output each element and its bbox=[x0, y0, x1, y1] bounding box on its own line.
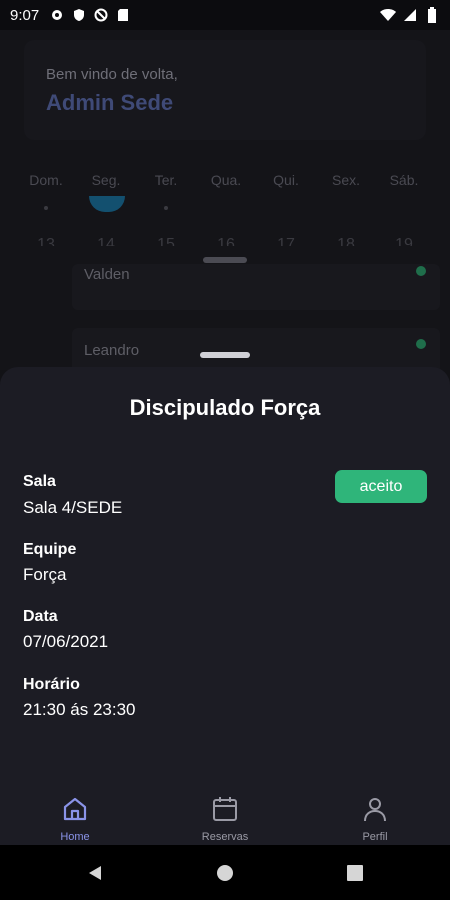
sheet-drag-handle[interactable] bbox=[200, 352, 250, 358]
signal-icon bbox=[402, 7, 418, 23]
weekday-sex: Sex. bbox=[331, 172, 360, 188]
recents-icon[interactable] bbox=[341, 859, 369, 887]
day-number: 15 bbox=[157, 236, 175, 246]
list-item-label: Leandro bbox=[84, 342, 140, 359]
status-badge: aceito bbox=[335, 470, 427, 503]
calendar-icon bbox=[213, 797, 237, 821]
weekday-seg: Seg. bbox=[91, 172, 121, 188]
day-number: 17 bbox=[277, 236, 295, 246]
home-button-icon[interactable] bbox=[211, 859, 239, 887]
weekday-dom: Dom. bbox=[16, 172, 76, 210]
list-item: Valden bbox=[72, 264, 440, 310]
field-label-horario: Horário bbox=[23, 676, 80, 693]
field-value-equipe: Força bbox=[23, 565, 67, 584]
tab-label: Perfil bbox=[362, 831, 388, 843]
bottom-tab-bar: Home Reservas Perfil bbox=[0, 785, 450, 845]
sd-card-icon bbox=[115, 7, 131, 23]
tab-label: Home bbox=[60, 831, 90, 843]
status-time: 9:07 bbox=[10, 6, 40, 24]
field-label-sala: Sala bbox=[23, 473, 56, 490]
list-item-label: Valden bbox=[84, 266, 130, 283]
welcome-card: Bem vindo de volta, Admin Sede bbox=[24, 40, 426, 140]
day-number: 19 bbox=[395, 236, 413, 246]
tab-perfil[interactable]: Perfil bbox=[300, 785, 450, 845]
tab-reservas[interactable]: Reservas bbox=[150, 785, 300, 845]
wifi-icon bbox=[380, 7, 396, 23]
settings-icon bbox=[49, 7, 65, 23]
shield-icon bbox=[71, 7, 87, 23]
user-name: Admin Sede bbox=[46, 90, 174, 115]
field-value-data: 07/06/2021 bbox=[23, 632, 109, 651]
field-label-equipe: Equipe bbox=[23, 541, 77, 558]
weekday-qui: Qui. bbox=[273, 172, 299, 188]
back-icon[interactable] bbox=[81, 859, 109, 887]
status-dot bbox=[416, 339, 426, 349]
battery-icon bbox=[424, 7, 440, 23]
person-icon bbox=[364, 798, 386, 822]
day-number: 13 bbox=[37, 236, 55, 246]
sheet-title: Discipulado Força bbox=[129, 395, 321, 420]
day-number: 16 bbox=[217, 236, 235, 246]
field-value-horario: 21:30 ás 23:30 bbox=[23, 700, 136, 719]
tab-home[interactable]: Home bbox=[0, 785, 150, 845]
system-navigation-bar bbox=[0, 845, 450, 900]
day-number: 14 bbox=[97, 236, 115, 246]
home-icon bbox=[63, 797, 87, 821]
weekday-ter: Ter. bbox=[136, 172, 196, 210]
day-number: 18 bbox=[337, 236, 355, 246]
greeting-text: Bem vindo de volta, bbox=[46, 66, 178, 83]
weekday-qua: Qua. bbox=[210, 172, 242, 188]
status-dot bbox=[416, 266, 426, 276]
field-label-data: Data bbox=[23, 608, 58, 625]
day-numbers-row: 13 14 15 16 17 18 19 bbox=[0, 236, 450, 246]
weekday-sab: Sáb. bbox=[389, 172, 419, 188]
tab-label: Reservas bbox=[201, 831, 249, 843]
field-value-sala: Sala 4/SEDE bbox=[23, 498, 123, 517]
status-bar: 9:07 bbox=[0, 0, 450, 30]
data-saver-icon bbox=[93, 7, 109, 23]
reservation-detail-sheet: Discipulado Força Sala Sala 4/SEDE aceit… bbox=[0, 367, 450, 845]
drag-handle bbox=[203, 257, 247, 263]
